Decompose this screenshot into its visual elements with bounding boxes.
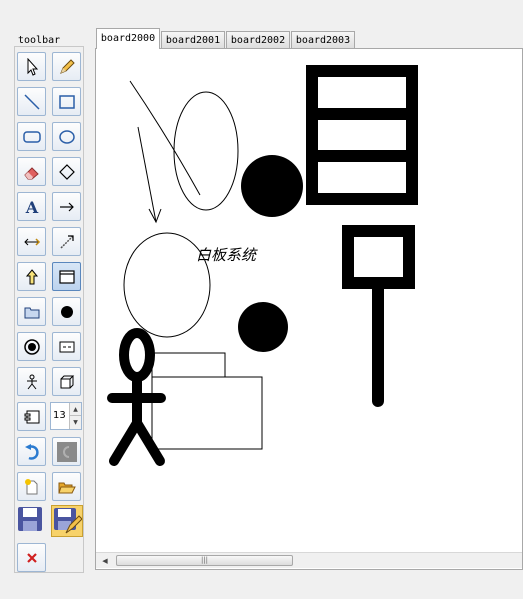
double-arrow-tool-button[interactable] xyxy=(17,227,46,256)
horizontal-scrollbar[interactable]: ◀ ||| xyxy=(96,552,522,568)
toolbar-title: toolbar xyxy=(18,35,61,46)
folder-shape-icon xyxy=(24,307,39,318)
diamond-tool-button[interactable] xyxy=(52,157,81,186)
stroke-size-spinner[interactable]: 13 ▲ ▼ xyxy=(50,402,82,430)
undo-icon xyxy=(24,443,39,460)
spinner-down-icon[interactable]: ▼ xyxy=(69,416,81,429)
connector-tool-button[interactable] xyxy=(52,227,81,256)
cube-icon xyxy=(60,375,74,388)
undo-tool-button[interactable] xyxy=(17,437,46,466)
text-a-icon: A xyxy=(24,198,38,216)
tab-board2002[interactable]: board2002 xyxy=(226,31,290,49)
whiteboard-canvas[interactable]: 白板系统 ◀ ||| xyxy=(95,48,523,570)
rectangle-tool-button[interactable] xyxy=(52,87,81,116)
component-tool-button[interactable] xyxy=(17,402,46,431)
diagonal-line-icon xyxy=(23,93,40,110)
right-arrow-icon xyxy=(59,202,74,211)
component-icon xyxy=(24,410,39,423)
open-folder-icon xyxy=(57,482,76,493)
up-arrow-tool-button[interactable] xyxy=(17,262,46,291)
sign-post-shape[interactable] xyxy=(342,225,415,407)
redo-tool-button[interactable] xyxy=(52,437,81,466)
text-tool-button[interactable]: A xyxy=(17,192,46,221)
tab-board2000[interactable]: board2000 xyxy=(96,28,160,49)
arrow-pointer-icon xyxy=(27,57,38,76)
select-tool-button[interactable] xyxy=(17,52,46,81)
folder-shape-tool-button[interactable] xyxy=(17,297,46,326)
rounded-rectangle-tool-button[interactable] xyxy=(17,122,46,151)
stick-figure-shape[interactable] xyxy=(107,328,166,466)
save-as-tool-button[interactable] xyxy=(51,505,83,537)
line-tool-button[interactable] xyxy=(17,87,46,116)
ellipse-icon xyxy=(58,129,75,144)
drawing-layer[interactable] xyxy=(96,49,523,552)
pencil-tool-button[interactable] xyxy=(52,52,81,81)
save-tool-button[interactable] xyxy=(16,505,46,535)
stroke-size-value[interactable]: 13 xyxy=(53,410,66,421)
filled-circle-shape[interactable] xyxy=(241,155,303,217)
diagonal-arrow-icon xyxy=(59,234,74,249)
ring-circle-icon xyxy=(23,338,40,355)
arrow-tool-button[interactable] xyxy=(52,192,81,221)
eraser-icon xyxy=(23,166,39,179)
stick-figure-icon xyxy=(26,374,37,389)
ring-circle-tool-button[interactable] xyxy=(17,332,46,361)
pencil-icon xyxy=(59,58,75,74)
stacked-box-shape[interactable] xyxy=(306,65,418,205)
ellipse-tool-button[interactable] xyxy=(52,122,81,151)
clear-tool-button[interactable] xyxy=(17,543,46,572)
svg-text:A: A xyxy=(24,198,38,216)
folder-outline-shape[interactable] xyxy=(151,352,263,450)
red-x-icon xyxy=(26,552,37,563)
filled-circle-icon xyxy=(60,305,73,318)
up-arrow-icon xyxy=(25,268,38,284)
tab-board2003[interactable]: board2003 xyxy=(291,31,355,49)
scroll-thumb[interactable]: ||| xyxy=(116,555,293,566)
board-text-label[interactable]: 白板系统 xyxy=(196,244,256,265)
window-tool-button[interactable] xyxy=(52,262,81,291)
new-file-tool-button[interactable] xyxy=(17,472,46,501)
window-icon xyxy=(58,269,75,284)
diamond-icon xyxy=(58,163,75,180)
tab-board2001[interactable]: board2001 xyxy=(161,31,225,49)
spinner-up-icon[interactable]: ▲ xyxy=(69,403,81,416)
eraser-tool-button[interactable] xyxy=(17,157,46,186)
arrow-line-shape[interactable] xyxy=(137,126,157,223)
cube-tool-button[interactable] xyxy=(52,367,81,396)
save-as-icon xyxy=(54,508,83,534)
ellipse-shape[interactable] xyxy=(173,91,239,211)
double-arrow-icon xyxy=(23,237,40,246)
redo-icon xyxy=(56,441,77,462)
rectangle-icon xyxy=(58,94,75,109)
new-file-icon xyxy=(24,478,37,494)
open-file-tool-button[interactable] xyxy=(52,472,81,501)
filled-circle-tool-button[interactable] xyxy=(52,297,81,326)
rounded-rectangle-icon xyxy=(22,130,41,143)
scroll-left-icon[interactable]: ◀ xyxy=(98,554,112,568)
textbox-tool-button[interactable] xyxy=(52,332,81,361)
stick-figure-tool-button[interactable] xyxy=(17,367,46,396)
textbox-icon xyxy=(59,341,74,352)
floppy-disk-icon xyxy=(18,507,42,531)
filled-circle-shape[interactable] xyxy=(238,302,288,352)
